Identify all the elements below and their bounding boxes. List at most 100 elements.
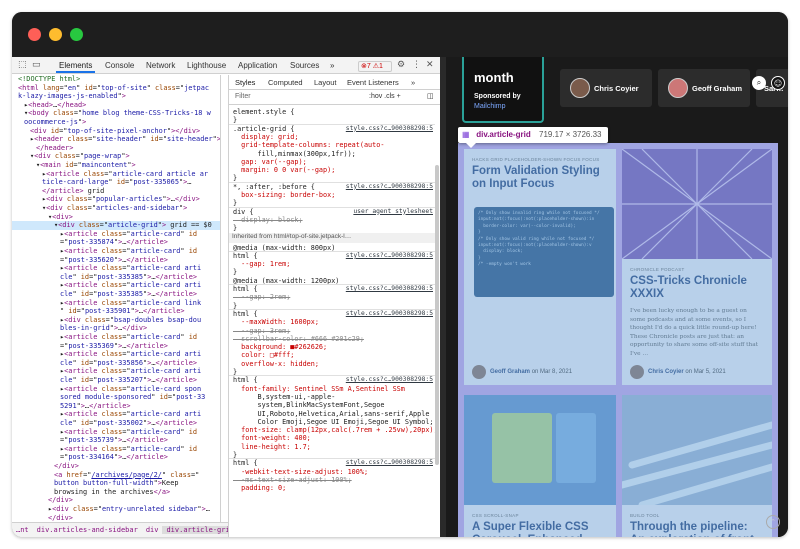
tab-network[interactable]: Network xyxy=(146,61,175,70)
window-titlebar xyxy=(12,12,788,57)
inspect-element-icon[interactable]: ⬚ xyxy=(18,60,27,70)
more-tabs-button[interactable]: » xyxy=(330,61,334,70)
css-selector[interactable]: html { xyxy=(233,285,258,293)
css-selector[interactable]: html { xyxy=(233,252,258,260)
css-declaration[interactable]: --gap: 3rem; xyxy=(233,327,290,335)
css-declaration[interactable]: UI,Roboto,Helvetica,Arial,sans-serif,App… xyxy=(233,410,430,418)
stylesheet-link[interactable]: style.css?c…900308298:5 xyxy=(346,183,433,191)
css-selector[interactable]: .article-grid { xyxy=(233,125,294,133)
article-card[interactable]: CHRONICLE PODCAST CSS-Tricks Chronicle X… xyxy=(622,149,772,385)
css-declaration[interactable]: font-weight: 400; xyxy=(233,434,311,442)
css-declaration[interactable]: --gap: 2rem; xyxy=(233,293,290,301)
minimize-window-button[interactable] xyxy=(49,28,62,41)
gear-icon[interactable]: ⚙ xyxy=(397,60,405,70)
css-declaration[interactable]: element.style { xyxy=(233,108,294,116)
css-declaration[interactable]: grid-template-columns: repeat(auto- xyxy=(233,141,384,149)
css-declaration[interactable]: font-size: clamp(12px,calc(.7rem + .25vw… xyxy=(233,426,435,434)
article-card[interactable]: CSS SCROLL-SNAP A Super Flexible CSS Car… xyxy=(464,395,616,537)
css-declaration[interactable]: --maxWidth: 1600px; xyxy=(233,318,319,326)
filter-input[interactable]: Filter xyxy=(235,93,251,100)
css-declaration[interactable]: fill,minmax(300px,1fr)); xyxy=(233,150,356,158)
css-rules-list[interactable]: element.style {} .article-grid { style.css… xyxy=(229,106,435,537)
css-declaration[interactable]: gap: var(--gap); xyxy=(233,158,307,166)
breadcrumb-item[interactable]: div xyxy=(142,526,163,534)
author-card-geoff[interactable]: Geoff Graham xyxy=(658,69,750,107)
card-title[interactable]: CSS-Tricks Chronicle XXXIX xyxy=(630,275,764,301)
toggle-sidebar-icon[interactable]: ◫ xyxy=(427,92,434,100)
css-declaration[interactable]: system,BlinkMacSystemFont,Segoe xyxy=(233,401,385,409)
css-declaration[interactable]: background: ■#262626; xyxy=(233,343,327,351)
stylesheet-link[interactable]: style.css?c…900308298:5 xyxy=(346,376,433,384)
tab-console[interactable]: Console xyxy=(105,61,134,70)
css-declaration[interactable]: display: block; xyxy=(233,216,302,224)
css-selector[interactable]: html { xyxy=(233,310,258,318)
css-declaration[interactable]: color: □#fff; xyxy=(233,351,294,359)
css-declaration[interactable]: } xyxy=(233,268,237,276)
stylesheet-link[interactable]: user agent stylesheet xyxy=(353,208,433,216)
article-card[interactable]: BUILD TOOL Through the pipeline: An expl… xyxy=(622,395,772,537)
css-declaration[interactable]: line-height: 1.7; xyxy=(233,443,311,451)
css-declaration[interactable]: display: grid; xyxy=(233,133,298,141)
user-icon[interactable]: ☺ xyxy=(771,76,785,90)
device-toolbar-icon[interactable]: ▭ xyxy=(32,60,41,70)
css-declaration[interactable]: B,system-ui,-apple- xyxy=(233,393,336,401)
card-image xyxy=(622,149,772,259)
styles-filter-bar: Filter :hov .cls + ◫ xyxy=(229,90,440,105)
search-icon[interactable]: ⌕ xyxy=(752,76,766,90)
more-options-icon[interactable]: ⋮ xyxy=(412,60,421,70)
card-title[interactable]: Form Validation Styling on Input Focus xyxy=(472,165,608,191)
scroll-to-top-button[interactable]: ⌃ xyxy=(766,515,780,529)
css-declaration[interactable]: overflow-x: hidden; xyxy=(233,360,319,368)
css-declaration[interactable]: -webkit-text-size-adjust: 100%; xyxy=(233,468,368,476)
tab-styles[interactable]: Styles xyxy=(235,78,255,87)
css-declaration[interactable]: box-sizing: border-box; xyxy=(233,191,335,199)
close-window-button[interactable] xyxy=(28,28,41,41)
css-declaration[interactable]: --gap: 1rem; xyxy=(233,260,290,268)
tab-application[interactable]: Application xyxy=(238,61,277,70)
article-grid: HACKS GRID PLACEHOLDER-SHOWN FOCUS FOCUS… xyxy=(458,143,778,537)
card-title[interactable]: A Super Flexible CSS Carousel, Enhanced … xyxy=(472,521,608,537)
breadcrumb-item[interactable]: div.articles-and-sidebar xyxy=(33,526,142,534)
stylesheet-link[interactable]: style.css?c…900308298:5 xyxy=(346,252,433,260)
css-declaration[interactable]: margin: 0 0 var(--gap); xyxy=(233,166,335,174)
tab-computed[interactable]: Computed xyxy=(268,78,303,87)
more-styles-tabs-button[interactable]: » xyxy=(411,78,415,87)
tab-lighthouse[interactable]: Lighthouse xyxy=(187,61,226,70)
css-declaration[interactable]: padding: 0; xyxy=(233,484,286,492)
hero-card[interactable]: month Sponsored by Mailchimp xyxy=(462,57,544,123)
css-selector[interactable]: html { xyxy=(233,376,258,384)
tab-elements[interactable]: Elements xyxy=(55,61,96,73)
tab-sources[interactable]: Sources xyxy=(290,61,319,70)
close-icon[interactable]: ✕ xyxy=(426,60,434,70)
tooltip-dimensions: 719.17 × 3726.33 xyxy=(539,130,602,139)
css-selector[interactable]: html { xyxy=(233,459,258,467)
styles-scrollbar[interactable] xyxy=(435,165,439,465)
breadcrumb-item[interactable]: div.article-grid xyxy=(162,526,228,534)
css-declaration[interactable]: } xyxy=(233,224,237,232)
dom-node[interactable]: </div> xyxy=(12,514,220,522)
tab-layout[interactable]: Layout xyxy=(314,78,337,87)
css-declaration[interactable]: Color Emoji,Segoe UI Emoji,Segoe UI Symb… xyxy=(233,418,434,426)
article-card[interactable]: HACKS GRID PLACEHOLDER-SHOWN FOCUS FOCUS… xyxy=(464,149,616,385)
author-card-chris[interactable]: Chris Coyier xyxy=(560,69,652,107)
filter-tools[interactable]: :hov .cls + xyxy=(369,93,401,100)
css-declaration[interactable]: scrollbar-color: #666 #201c29; xyxy=(233,335,364,343)
card-title[interactable]: Through the pipeline: An exploration of … xyxy=(630,521,764,537)
stylesheet-link[interactable]: style.css?c…900308298:5 xyxy=(346,459,433,467)
card-author[interactable]: Chris Coyier xyxy=(648,369,684,375)
css-selector[interactable]: *, :after, :before { xyxy=(233,183,315,191)
maximize-window-button[interactable] xyxy=(70,28,83,41)
css-declaration[interactable]: -ms-text-size-adjust: 100%; xyxy=(233,476,352,484)
devtools-panel: ⬚ ▭ Elements Console Network Lighthouse … xyxy=(12,57,440,537)
stylesheet-link[interactable]: style.css?c…900308298:5 xyxy=(346,310,433,318)
issues-badge[interactable]: ⊗7 ⚠1 xyxy=(358,61,392,72)
tab-event-listeners[interactable]: Event Listeners xyxy=(347,78,399,87)
elements-tree[interactable]: <!DOCTYPE html> <html lang="en" id="top-o… xyxy=(12,75,220,522)
css-selector[interactable]: div { xyxy=(233,208,253,216)
sponsor-link[interactable]: Mailchimp xyxy=(474,103,506,110)
css-declaration[interactable]: font-family: Sentinel SSm A,Sentinel SSm xyxy=(233,385,405,393)
stylesheet-link[interactable]: style.css?c…900308298:5 xyxy=(346,285,433,293)
card-author[interactable]: Geoff Graham xyxy=(490,369,530,375)
breadcrumb-item[interactable]: …nt xyxy=(12,526,33,534)
stylesheet-link[interactable]: style.css?c…900308298:5 xyxy=(346,125,433,133)
